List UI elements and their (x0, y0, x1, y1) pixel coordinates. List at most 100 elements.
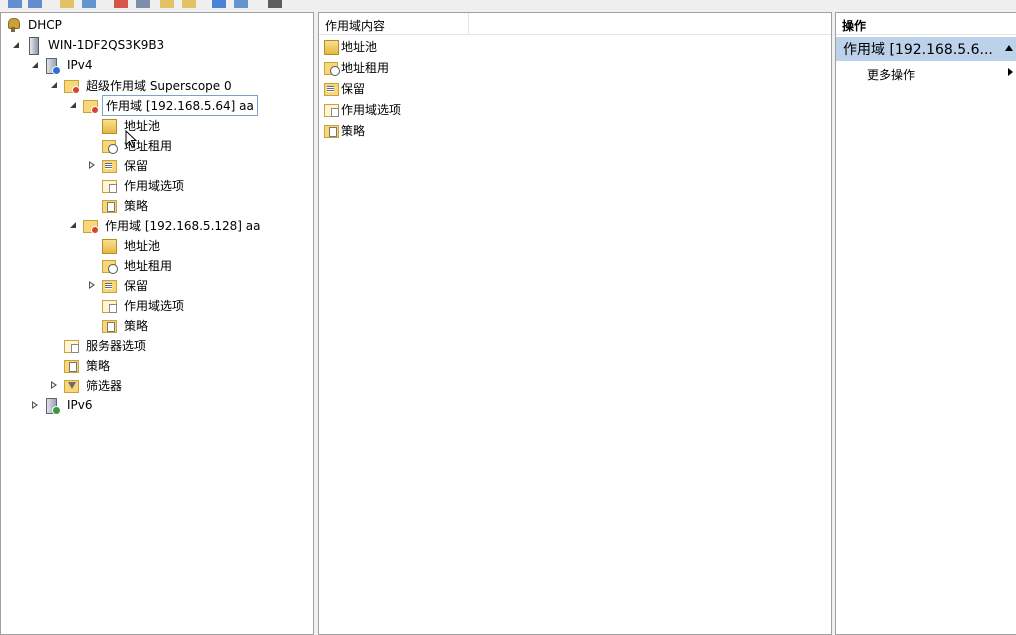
refresh-icon[interactable] (160, 0, 174, 8)
tree-node[interactable]: 服务器选项 (49, 335, 149, 355)
column-header-filler (469, 13, 831, 35)
ipv4-icon (44, 57, 61, 75)
console-tree-icon[interactable] (82, 0, 96, 8)
pool-icon (323, 38, 339, 55)
list-item[interactable]: 策略 (323, 120, 365, 140)
list-item-label: 地址租用 (341, 60, 390, 75)
policy-icon (101, 317, 117, 333)
scope-icon (82, 97, 99, 114)
actions-section-title: 作用域 [192.168.5.6... (843, 42, 993, 58)
tree-node-label: 地址池 (124, 238, 161, 253)
expanded-arrow-icon[interactable] (49, 80, 59, 90)
tree-node[interactable]: 保留 (87, 155, 151, 175)
info-icon[interactable] (268, 0, 282, 8)
tree-node-label: 服务器选项 (86, 338, 147, 353)
pool-icon (101, 117, 117, 134)
options-icon (63, 337, 79, 353)
tree-node[interactable]: WIN-1DF2QS3K9B3 (11, 35, 167, 55)
tree-node[interactable]: 作用域 [192.168.5.64] aa (68, 94, 258, 116)
ipv6-icon (44, 397, 61, 415)
collapsed-arrow-icon[interactable] (87, 280, 97, 290)
show-hide-icon[interactable] (234, 0, 248, 8)
policy-icon (63, 357, 79, 373)
tree-node-label: 策略 (124, 198, 149, 213)
tree-node-label: DHCP (28, 18, 62, 32)
dhcp-icon (5, 17, 21, 33)
options-icon (101, 297, 117, 313)
submenu-arrow-icon (1008, 68, 1013, 76)
console-tree[interactable]: DHCP WIN-1DF2QS3K9B3 IPv4 超级作用域 Superscope … (0, 12, 314, 635)
tree-node[interactable]: 地址池 (87, 235, 163, 255)
lease-icon (101, 257, 118, 274)
tree-node-label: WIN-1DF2QS3K9B3 (48, 38, 165, 52)
tree-node[interactable]: 作用域 [192.168.5.128] aa (68, 215, 264, 235)
collapse-up-icon[interactable] (1005, 45, 1013, 51)
reserve-icon (101, 157, 117, 173)
collapsed-arrow-icon[interactable] (87, 160, 97, 170)
tree-node-label: 地址租用 (124, 258, 173, 273)
list-item[interactable]: 保留 (323, 78, 365, 98)
tree-node-label: 保留 (124, 158, 149, 173)
collapsed-arrow-icon[interactable] (49, 380, 59, 390)
list-item-label: 作用域选项 (341, 102, 402, 117)
tree-node[interactable]: IPv4 (30, 55, 96, 75)
expanded-arrow-icon[interactable] (68, 100, 78, 110)
tree-node[interactable]: 筛选器 (49, 375, 125, 395)
tree-node-label: 保留 (124, 278, 149, 293)
tree-node[interactable]: 策略 (87, 315, 151, 335)
tree-node[interactable]: 保留 (87, 275, 151, 295)
more-actions-item[interactable]: 更多操作 (867, 65, 915, 83)
column-header-scope-contents[interactable]: 作用域内容 (319, 13, 469, 35)
tree-node[interactable]: 策略 (49, 355, 113, 375)
more-actions-label: 更多操作 (867, 67, 916, 82)
list-item-label: 策略 (341, 123, 366, 138)
tree-node-label: 作用域选项 (124, 178, 185, 193)
list-item[interactable]: 作用域选项 (323, 99, 401, 119)
help-icon[interactable] (212, 0, 226, 8)
tree-node-label: 作用域选项 (124, 298, 185, 313)
list-item[interactable]: 地址租用 (323, 57, 389, 77)
toolbar (0, 0, 1016, 12)
tree-node[interactable]: 策略 (87, 195, 151, 215)
options-icon (101, 177, 117, 193)
tree-node-label: 策略 (86, 358, 111, 373)
forward-icon[interactable] (28, 0, 42, 8)
tree-node-label: 筛选器 (86, 378, 123, 393)
tree-node[interactable]: 地址租用 (87, 255, 175, 275)
reserve-icon (323, 80, 339, 96)
tree-node-label: IPv4 (67, 58, 93, 72)
tree-node-label: 策略 (124, 318, 149, 333)
tree-node[interactable]: 作用域选项 (87, 175, 187, 195)
delete-icon[interactable] (114, 0, 128, 8)
tree-node[interactable]: DHCP (1, 15, 65, 35)
filter-icon (63, 377, 79, 393)
collapsed-arrow-icon[interactable] (30, 400, 40, 410)
actions-section-scope[interactable]: 作用域 [192.168.5.6... (836, 37, 1016, 61)
folder-icon[interactable] (60, 0, 74, 8)
expanded-arrow-icon[interactable] (68, 220, 78, 230)
tree-node[interactable]: 超级作用域 Superscope 0 (49, 75, 235, 95)
expanded-arrow-icon[interactable] (11, 40, 21, 50)
expanded-arrow-icon[interactable] (30, 60, 40, 70)
reserve-icon (101, 277, 117, 293)
tree-node[interactable]: 作用域选项 (87, 295, 187, 315)
list-item[interactable]: 地址池 (323, 36, 377, 56)
tree-node-label: 作用域 [192.168.5.64] aa (102, 94, 258, 116)
tree-node[interactable]: IPv6 (30, 395, 96, 415)
result-pane[interactable]: 作用域内容 地址池地址租用保留作用域选项策略 (318, 12, 832, 635)
list-item-label: 地址池 (341, 39, 378, 54)
list-item-label: 保留 (341, 81, 366, 96)
export-icon[interactable] (182, 0, 196, 8)
properties-icon[interactable] (136, 0, 150, 8)
back-icon[interactable] (8, 0, 22, 8)
lease-icon (323, 59, 340, 76)
pool-icon (101, 237, 117, 254)
